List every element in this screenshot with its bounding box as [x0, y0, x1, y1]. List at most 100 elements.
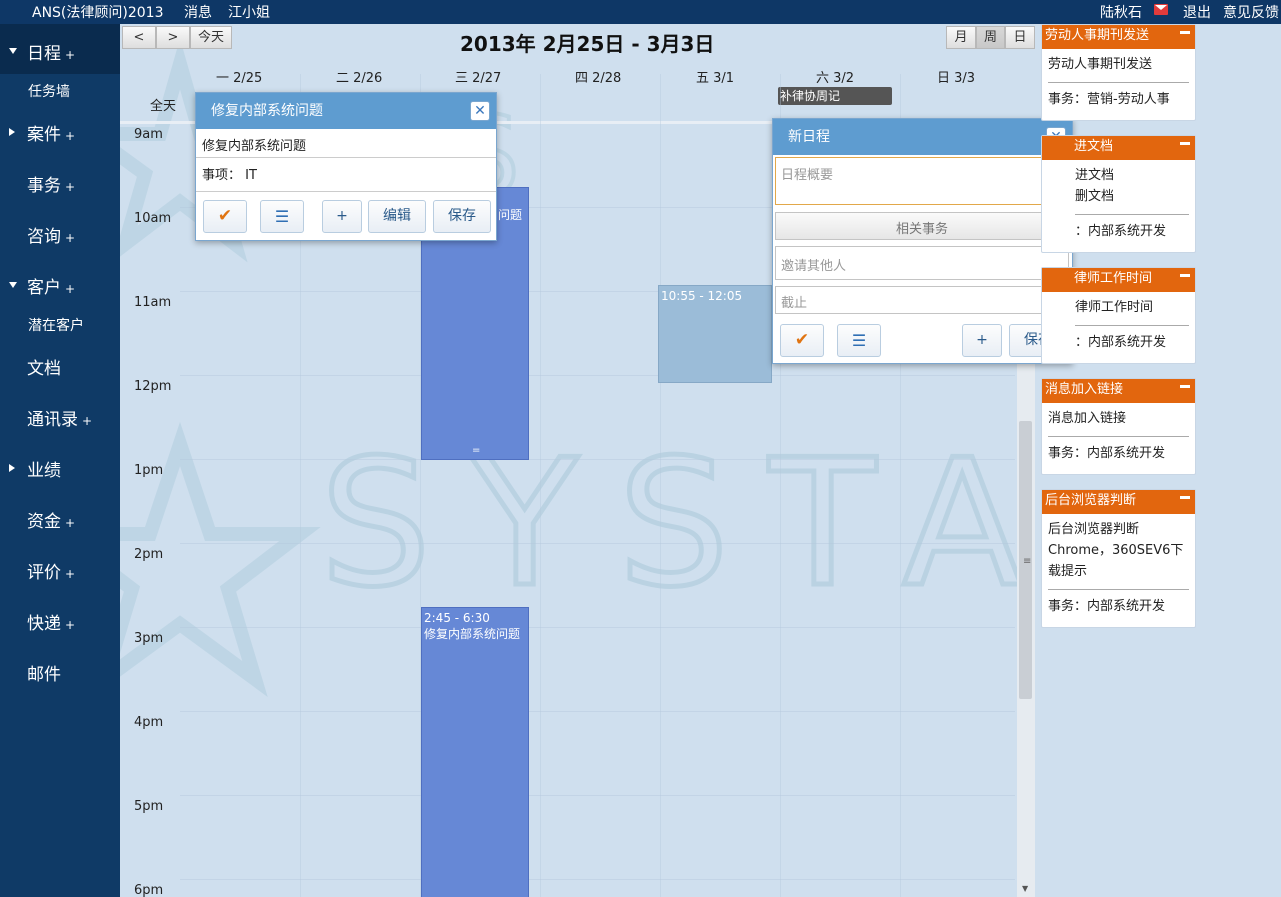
- task-card[interactable]: 进文档 进文档 删文档 ：内部系统开发: [1041, 135, 1196, 253]
- divider: [1075, 214, 1189, 215]
- list-icon: ☰: [274, 207, 290, 226]
- add-fund-icon[interactable]: +: [65, 516, 75, 530]
- complete-button[interactable]: ✔: [203, 200, 247, 233]
- task-card[interactable]: 劳动人事期刊发送 劳动人事期刊发送 事务：营销-劳动人事: [1041, 24, 1196, 121]
- day-column-line: [660, 74, 661, 897]
- sidebar-item-performance[interactable]: 业绩: [27, 456, 61, 481]
- new-schedule-popup: 新日程 ✕ 日程概要 相关事务 ▼ 邀请其他人 截止 ✔ ☰ + 保存: [772, 118, 1073, 364]
- task-card-title: 后台浏览器判断: [1042, 490, 1195, 514]
- hour-gridline: [180, 711, 1015, 712]
- day-header: 六 3/2: [816, 71, 855, 86]
- hour-gridline: [180, 627, 1015, 628]
- scrollbar-thumb[interactable]: ≡: [1019, 421, 1032, 699]
- scroll-down-arrow-icon[interactable]: ▼: [1022, 884, 1028, 893]
- add-consult-icon[interactable]: +: [65, 231, 75, 245]
- collapse-icon[interactable]: [1180, 385, 1190, 388]
- sidebar-item-affairs[interactable]: 事务 +: [27, 171, 75, 196]
- task-card-title: 消息加入链接: [1042, 379, 1195, 403]
- event-matter: 事项： IT: [202, 168, 257, 183]
- related-matter-select[interactable]: 相关事务 ▼: [775, 212, 1069, 240]
- task-card-line: 后台浏览器判断: [1048, 522, 1140, 537]
- collapse-icon[interactable]: [1180, 274, 1190, 277]
- task-card-line: 进文档: [1075, 168, 1115, 183]
- close-icon[interactable]: ✕: [470, 101, 490, 121]
- list-button[interactable]: ☰: [837, 324, 881, 357]
- list-button[interactable]: ☰: [260, 200, 304, 233]
- add-schedule-icon[interactable]: +: [65, 48, 75, 62]
- sidebar-item-contacts[interactable]: 通讯录 +: [27, 405, 92, 430]
- week-view-button[interactable]: 周: [976, 26, 1005, 49]
- day-header: 四 2/28: [575, 71, 622, 86]
- sidebar-item-consult[interactable]: 咨询 +: [27, 222, 75, 247]
- task-card[interactable]: 后台浏览器判断 后台浏览器判断 Chrome，360SEV6下 载提示 事务：内…: [1041, 489, 1196, 628]
- time-label: 4pm: [134, 715, 164, 730]
- logout-link[interactable]: 退出: [1183, 2, 1211, 22]
- caret-down-icon[interactable]: [9, 282, 17, 288]
- collapse-icon[interactable]: [1180, 142, 1190, 145]
- resize-grip-icon[interactable]: =: [472, 443, 480, 459]
- feedback-link[interactable]: 意见反馈: [1223, 2, 1279, 22]
- calendar-event[interactable]: 10:55 - 12:05: [658, 285, 772, 383]
- save-button[interactable]: 保存: [433, 200, 491, 233]
- add-client-icon[interactable]: +: [65, 282, 75, 296]
- day-header: 三 2/27: [455, 71, 502, 86]
- add-button[interactable]: +: [962, 324, 1002, 357]
- schedule-summary-field[interactable]: 日程概要: [775, 157, 1069, 205]
- divider: [1048, 82, 1189, 83]
- add-case-icon[interactable]: +: [65, 129, 75, 143]
- event-content: 修复内部系统问题: [202, 139, 307, 154]
- sidebar-item-task-wall[interactable]: 任务墙: [28, 81, 70, 101]
- sidebar-item-mail[interactable]: 邮件: [27, 660, 61, 685]
- event-title: 问题: [498, 208, 523, 222]
- sidebar-item-cases[interactable]: 案件 +: [27, 120, 75, 145]
- task-card[interactable]: 律师工作时间 律师工作时间 ：内部系统开发: [1041, 267, 1196, 364]
- collapse-icon[interactable]: [1180, 496, 1190, 499]
- complete-button[interactable]: ✔: [780, 324, 824, 357]
- prev-week-button[interactable]: <: [122, 26, 156, 49]
- sidebar-item-documents[interactable]: 文档: [27, 354, 61, 379]
- sidebar-item-clients[interactable]: 客户 +: [27, 273, 75, 298]
- task-card[interactable]: 消息加入链接 消息加入链接 事务：内部系统开发: [1041, 378, 1196, 475]
- task-card-matter: ：内部系统开发: [1075, 335, 1167, 350]
- add-button[interactable]: +: [322, 200, 362, 233]
- hour-gridline: [180, 879, 1015, 880]
- today-button[interactable]: 今天: [190, 26, 232, 49]
- add-contact-icon[interactable]: +: [82, 414, 92, 428]
- sidebar-item-schedule[interactable]: 日程 +: [27, 39, 75, 64]
- caret-right-icon[interactable]: [9, 128, 15, 136]
- caret-down-icon[interactable]: [9, 48, 17, 54]
- hour-gridline: [180, 543, 1015, 544]
- add-express-icon[interactable]: +: [65, 618, 75, 632]
- calendar-event[interactable]: 2:45 - 6:30 修复内部系统问题: [421, 607, 529, 897]
- mail-icon[interactable]: [1154, 4, 1168, 15]
- time-label: 9am: [134, 127, 163, 142]
- event-time: 2:45 - 6:30: [424, 611, 490, 625]
- sidebar: 日程 + 任务墙 案件 + 事务 + 咨询 + 客户 + 潜在客户 文档 通讯录 + 业绩 …: [0, 24, 120, 897]
- task-card-line: 载提示: [1048, 564, 1088, 579]
- messages-link[interactable]: 消息: [184, 2, 212, 22]
- edit-button[interactable]: 编辑: [368, 200, 426, 233]
- sidebar-item-evaluation[interactable]: 评价 +: [27, 558, 75, 583]
- add-affair-icon[interactable]: +: [65, 180, 75, 194]
- add-evaluation-icon[interactable]: +: [65, 567, 75, 581]
- deadline-field[interactable]: 截止: [775, 286, 1069, 314]
- collapse-icon[interactable]: [1180, 31, 1190, 34]
- time-label: 2pm: [134, 547, 164, 562]
- task-card-matter: 事务：营销-劳动人事: [1048, 92, 1170, 107]
- allday-event[interactable]: 补律协周记: [778, 87, 892, 105]
- divider: [196, 191, 496, 192]
- task-card-matter: 事务：内部系统开发: [1048, 599, 1166, 614]
- hour-gridline: [180, 459, 1015, 460]
- day-view-button[interactable]: 日: [1005, 26, 1035, 49]
- invite-others-field[interactable]: 邀请其他人: [775, 246, 1069, 280]
- calendar-title: 2013年 2月25日 - 3月3日: [460, 32, 715, 56]
- divider: [196, 157, 496, 158]
- sidebar-item-express[interactable]: 快递 +: [27, 609, 75, 634]
- sidebar-item-potential-clients[interactable]: 潜在客户: [28, 315, 84, 335]
- sidebar-item-funds[interactable]: 资金 +: [27, 507, 75, 532]
- month-view-button[interactable]: 月: [946, 26, 976, 49]
- next-week-button[interactable]: >: [156, 26, 190, 49]
- event-time: 10:55 - 12:05: [661, 289, 743, 303]
- caret-right-icon[interactable]: [9, 464, 15, 472]
- user-name-link[interactable]: 陆秋石: [1100, 2, 1142, 22]
